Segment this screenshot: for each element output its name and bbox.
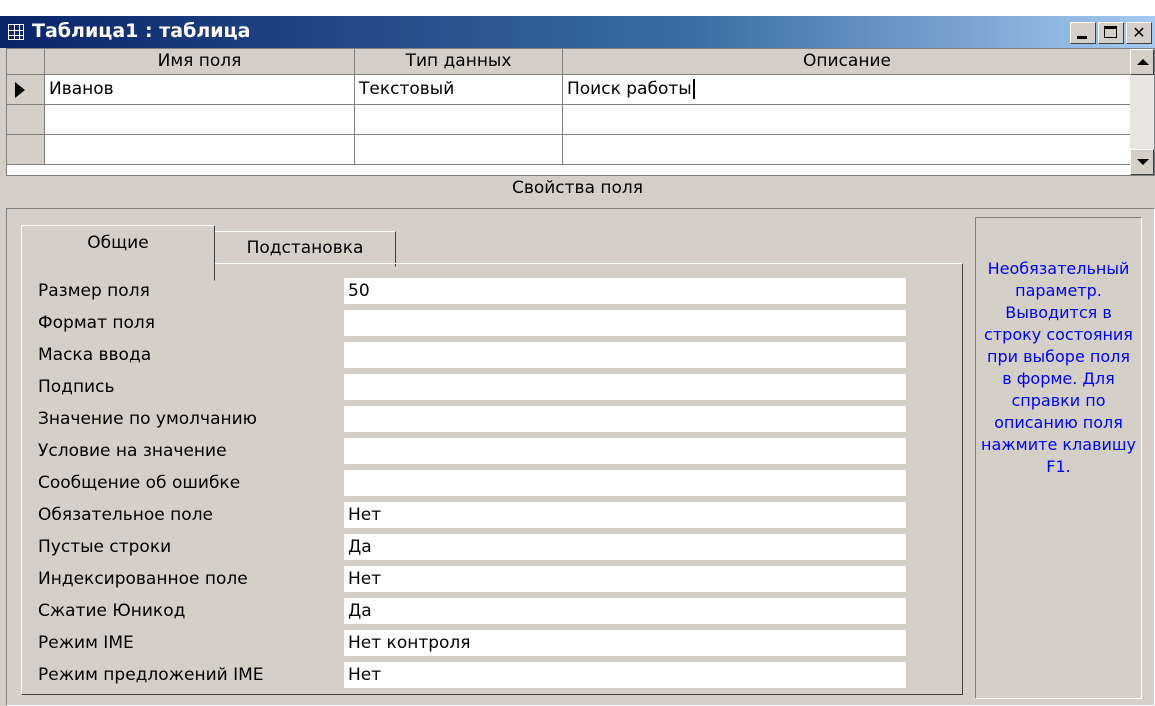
property-value[interactable]: 50 (344, 278, 906, 304)
property-label: Индексированное поле (38, 569, 248, 589)
property-value[interactable] (344, 342, 906, 368)
property-row-input-mask: Маска ввода (38, 340, 938, 372)
column-header-field-name[interactable]: Имя поля (45, 49, 355, 75)
row-selector[interactable] (7, 105, 45, 135)
property-row-default-value: Значение по умолчанию (38, 404, 938, 436)
property-label: Значение по умолчанию (38, 409, 257, 429)
table-icon (8, 24, 24, 40)
property-value[interactable]: Нет (344, 566, 906, 592)
tab-lookup[interactable]: Подстановка (214, 231, 396, 267)
property-label: Условие на значение (38, 441, 227, 461)
description-text: Поиск работы (567, 79, 692, 99)
window-title: Таблица1 : таблица (32, 20, 251, 42)
property-value[interactable]: Нет (344, 502, 906, 528)
field-properties-panel: Общие Подстановка Размер поля 50 Формат … (6, 208, 1155, 706)
property-value[interactable]: Да (344, 534, 906, 560)
property-row-ime-sentence-mode: Режим предложений IME Нет (38, 660, 938, 692)
header-selector (7, 49, 45, 75)
cell-field-name[interactable]: Иванов (45, 75, 355, 105)
minimize-button[interactable] (1070, 22, 1096, 44)
property-row-caption: Подпись (38, 372, 938, 404)
property-value[interactable] (344, 406, 906, 432)
property-row-allow-zero-length: Пустые строки Да (38, 532, 938, 564)
property-label: Режим предложений IME (38, 665, 264, 685)
property-label: Размер поля (38, 281, 150, 301)
property-label: Формат поля (38, 313, 155, 333)
close-icon: ✕ (1132, 23, 1146, 42)
property-row-validation-rule: Условие на значение (38, 436, 938, 468)
property-row-format: Формат поля (38, 308, 938, 340)
title-bar[interactable]: Таблица1 : таблица ✕ (0, 16, 1155, 48)
property-value[interactable]: Да (344, 598, 906, 624)
cell-field-name[interactable] (45, 135, 355, 165)
general-tab-page: Размер поля 50 Формат поля Маска ввода П… (21, 263, 963, 695)
row-selector[interactable] (7, 135, 45, 165)
property-row-indexed: Индексированное поле Нет (38, 564, 938, 596)
scroll-up-icon (1137, 59, 1149, 65)
cell-description[interactable]: Поиск работы (563, 75, 1132, 105)
text-caret (692, 79, 695, 99)
column-header-description[interactable]: Описание (563, 49, 1132, 75)
property-label: Пустые строки (38, 537, 172, 557)
property-label: Режим IME (38, 633, 134, 653)
property-label: Обязательное поле (38, 505, 214, 525)
property-row-validation-text: Сообщение об ошибке (38, 468, 938, 500)
field-properties-title: Свойства поля (511, 178, 644, 198)
cell-data-type[interactable]: Текстовый (355, 75, 563, 105)
property-value[interactable]: Нет (344, 662, 906, 688)
cell-description[interactable] (563, 135, 1132, 165)
close-button[interactable]: ✕ (1126, 22, 1152, 44)
scroll-down-button[interactable] (1130, 149, 1154, 175)
property-row-unicode-compression: Сжатие Юникод Да (38, 596, 938, 628)
tab-general[interactable]: Общие (21, 225, 215, 281)
grid-vertical-scrollbar[interactable] (1130, 49, 1154, 175)
cell-data-type[interactable] (355, 135, 563, 165)
maximize-button[interactable] (1098, 22, 1124, 44)
property-value[interactable] (344, 374, 906, 400)
property-row-required: Обязательное поле Нет (38, 500, 938, 532)
field-grid: Имя поля Тип данных Описание Иванов Текс… (6, 48, 1155, 176)
scroll-down-icon (1137, 159, 1149, 165)
property-label: Маска ввода (38, 345, 152, 365)
property-label: Сжатие Юникод (38, 601, 186, 621)
property-label: Подпись (38, 377, 115, 397)
cell-description[interactable] (563, 105, 1132, 135)
property-value[interactable] (344, 470, 906, 496)
property-row-ime-mode: Режим IME Нет контроля (38, 628, 938, 660)
column-header-data-type[interactable]: Тип данных (355, 49, 563, 75)
current-row-arrow-icon (15, 82, 25, 98)
help-text-panel: Необязательный параметр. Выводится в стр… (975, 217, 1142, 699)
property-value[interactable] (344, 438, 906, 464)
property-value[interactable] (344, 310, 906, 336)
scroll-up-button[interactable] (1130, 49, 1154, 75)
table-design-window: Таблица1 : таблица ✕ Имя поля Тип данных… (0, 16, 1155, 706)
row-selector[interactable] (7, 75, 45, 105)
property-value[interactable]: Нет контроля (344, 630, 906, 656)
cell-data-type[interactable] (355, 105, 563, 135)
property-label: Сообщение об ошибке (38, 473, 241, 493)
cell-field-name[interactable] (45, 105, 355, 135)
